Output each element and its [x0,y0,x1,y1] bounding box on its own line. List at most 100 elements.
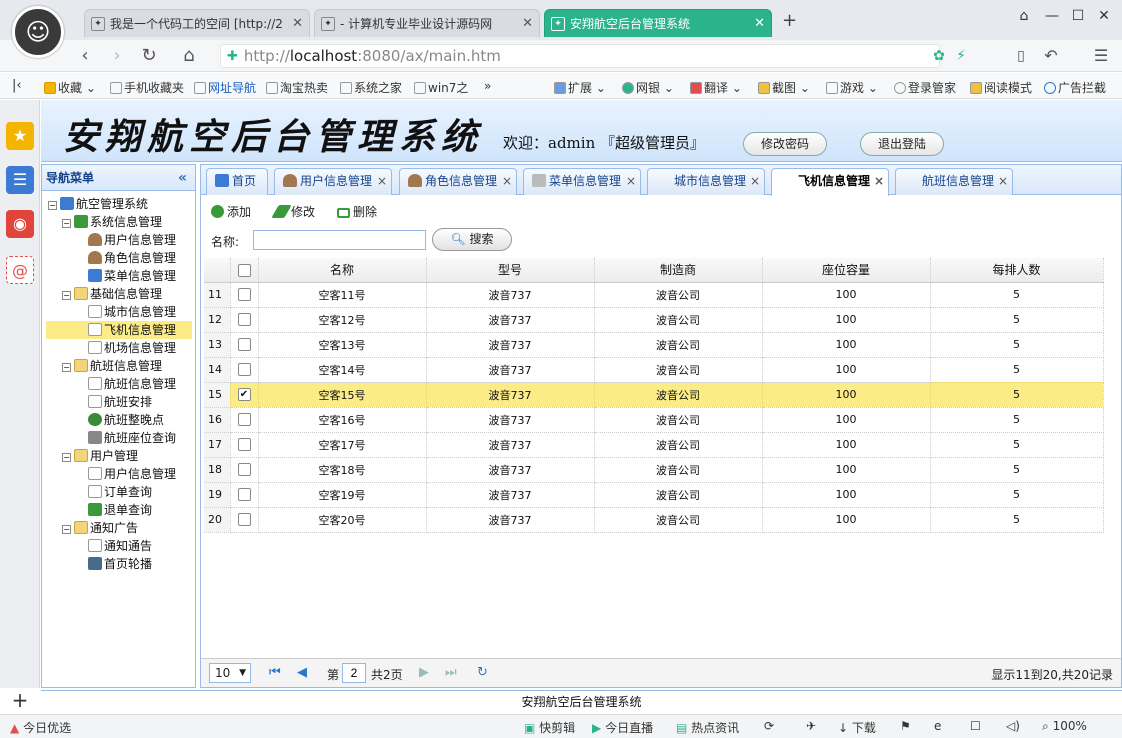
tree-toggle-icon[interactable]: − [62,363,71,372]
forward-icon[interactable]: › [106,45,128,67]
speed-icon[interactable]: ✿ [928,45,950,67]
lightning-icon[interactable]: ⚡ [950,45,972,67]
row-checkbox-cell[interactable] [230,507,259,533]
column-header[interactable]: 座位容量 [762,258,931,283]
zoom-control[interactable]: ⌕ 100% [1042,719,1087,734]
tab-4[interactable]: 菜单信息管理 × [523,168,641,195]
row-checkbox[interactable] [237,413,251,427]
page-size-select[interactable]: 10 ▼ [209,663,251,683]
row-checkbox[interactable] [237,338,251,352]
table-row[interactable]: 11 空客11号 波音737 波音公司 100 5 [204,282,1104,308]
add-button[interactable]: 添加 [211,203,251,220]
nav-tree-item[interactable]: 机场信息管理 [42,339,176,357]
row-checkbox[interactable] [237,438,251,452]
column-header[interactable]: 制造商 [594,258,763,283]
row-checkbox-cell[interactable] [230,482,259,508]
delete-button[interactable]: 删除 [337,203,377,220]
row-checkbox[interactable] [237,363,251,377]
search-input[interactable] [253,230,426,250]
row-checkbox[interactable] [237,313,251,327]
table-row[interactable]: 16 空客16号 波音737 波音公司 100 5 [204,407,1104,433]
table-row[interactable]: 15 ✔ 空客15号 波音737 波音公司 100 5 [204,382,1104,408]
nav-tree-item[interactable]: − 系统信息管理 [42,213,162,231]
nav-tree-item[interactable]: 用户信息管理 [42,231,176,249]
nav-tree-item[interactable]: 角色信息管理 [42,249,176,267]
table-row[interactable]: 12 空客12号 波音737 波音公司 100 5 [204,307,1104,333]
menu-icon[interactable]: ☰ [1090,45,1112,67]
bookmark-item[interactable]: 登录管家 [894,79,956,96]
row-checkbox[interactable] [237,513,251,527]
nav-tree-item[interactable]: − 基础信息管理 [42,285,162,303]
maximize-icon[interactable]: ☐ [1068,8,1088,26]
collapse-icon[interactable]: « [178,165,187,191]
bookmark-item[interactable]: 阅读模式 [970,79,1032,96]
nav-tree-item[interactable]: 订单查询 [42,483,152,501]
tree-toggle-icon[interactable]: − [62,453,71,462]
search-button[interactable]: 🔍︎ 搜索 [432,228,512,251]
nav-tree-item[interactable]: − 航班信息管理 [42,357,162,375]
row-checkbox[interactable] [237,463,251,477]
phone-icon[interactable]: ▯ [1010,45,1032,67]
row-checkbox-cell[interactable] [230,282,259,308]
last-page-icon[interactable]: ⏭ [445,665,457,680]
status-item[interactable]: ▶ 今日直播 [592,719,653,736]
table-row[interactable]: 18 空客18号 波音737 波音公司 100 5 [204,457,1104,483]
nav-tree-item[interactable]: 航班整晚点 [42,411,164,429]
nav-tree-item[interactable]: 航班座位查询 [42,429,176,447]
tab-3[interactable]: 角色信息管理 × [399,168,517,195]
volume-icon[interactable]: ◁) [1006,719,1020,733]
nav-tree-item[interactable]: 菜单信息管理 [42,267,176,285]
close-icon[interactable]: × [750,169,760,194]
tab-2[interactable]: 用户信息管理 × [274,168,392,195]
close-icon[interactable]: × [998,169,1008,194]
bookmark-item[interactable]: 广告拦截 [1044,79,1106,96]
select-all-checkbox[interactable] [237,263,251,277]
close-icon[interactable]: × [502,169,512,194]
row-checkbox-cell[interactable]: ✔ [230,382,259,408]
edit-button[interactable]: 修改 [271,203,315,220]
today-picks[interactable]: ▲ 今日优选 [10,719,71,736]
bookmark-item[interactable]: 截图 ⌄ [758,79,810,96]
row-checkbox[interactable] [237,288,251,302]
home-icon[interactable]: ⌂ [178,45,200,67]
tree-toggle-icon[interactable]: − [48,201,57,210]
first-page-icon[interactable]: ⏮ [269,665,281,680]
change-password-button[interactable]: 修改密码 [743,132,827,156]
select-all-checkbox-cell[interactable] [230,258,259,283]
close-icon[interactable]: ✕ [516,16,533,31]
star-icon[interactable]: ★ [6,122,34,150]
row-checkbox-cell[interactable] [230,407,259,433]
prev-page-icon[interactable]: ◀ [297,665,307,680]
nav-tree-item[interactable]: 航班安排 [42,393,152,411]
gear-icon[interactable]: ⟳ [764,719,774,733]
bookmark-item[interactable]: win7之 [414,79,468,96]
table-row[interactable]: 19 空客19号 波音737 波音公司 100 5 [204,482,1104,508]
list-icon[interactable]: ☰ [6,166,34,194]
bookmark-item[interactable]: 网银 ⌄ [622,79,674,96]
back-icon[interactable]: ‹ [74,45,96,67]
nav-tree-item[interactable]: 城市信息管理 [42,303,176,321]
add-icon[interactable]: + [6,686,34,714]
nav-tree-item[interactable]: 通知通告 [42,537,152,555]
row-checkbox-cell[interactable] [230,432,259,458]
bookmark-item[interactable]: 淘宝热卖 [266,79,328,96]
refresh-icon[interactable]: ↻ [477,665,488,680]
browser-tab-3[interactable]: ✦ 安翔航空后台管理系统 ✕ [544,9,772,37]
table-row[interactable]: 20 空客20号 波音737 波音公司 100 5 [204,507,1104,533]
logout-button[interactable]: 退出登陆 [860,132,944,156]
nav-tree-item[interactable]: 首页轮播 [42,555,152,573]
bookmark-item[interactable]: 游戏 ⌄ [826,79,878,96]
bookmark-item[interactable]: 手机收藏夹 [110,79,184,96]
status-item[interactable]: ▣ 快剪辑 [524,719,575,736]
tab-5[interactable]: 城市信息管理 × [647,168,765,195]
bookmark-item[interactable]: 翻译 ⌄ [690,79,742,96]
row-checkbox[interactable]: ✔ [237,388,251,402]
skin-icon[interactable]: ⌂ [1014,8,1034,26]
table-row[interactable]: 14 空客14号 波音737 波音公司 100 5 [204,357,1104,383]
refresh-icon[interactable]: ↻ [138,45,160,67]
row-checkbox-cell[interactable] [230,357,259,383]
avatar[interactable]: ☺ [12,6,64,58]
column-header[interactable]: 型号 [426,258,595,283]
row-checkbox-cell[interactable] [230,457,259,483]
nav-tree-item[interactable]: − 航空管理系统 [42,195,148,213]
